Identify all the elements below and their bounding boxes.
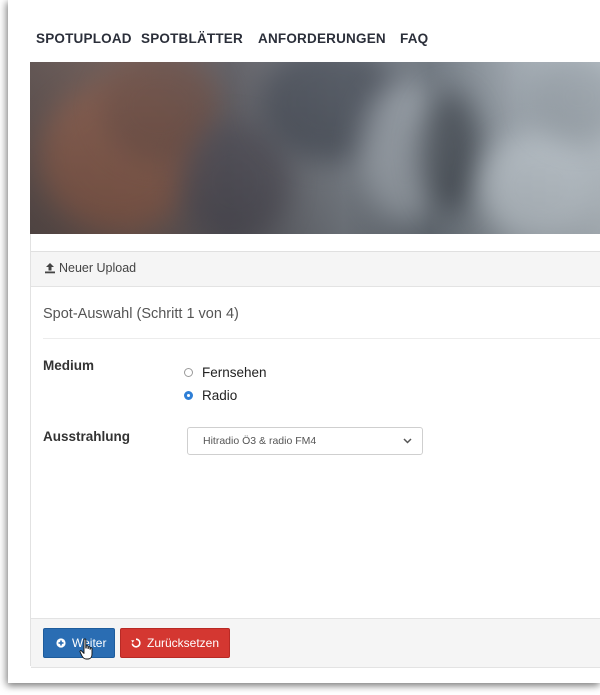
nav-item-spotupload[interactable]: SPOTUPLOAD (36, 31, 132, 46)
nav-item-faq[interactable]: FAQ (400, 31, 428, 46)
next-button[interactable]: Weiter (43, 628, 115, 658)
radio-option-radio[interactable]: Radio (184, 387, 237, 403)
top-nav: SPOTUPLOAD SPOTBLÄTTER ANFORDERUNGEN FAQ (8, 0, 600, 62)
nav-item-spotblaetter[interactable]: SPOTBLÄTTER (141, 31, 243, 46)
panel-header: Neuer Upload (31, 251, 600, 287)
ausstrahlung-select[interactable]: Hitradio Ö3 & radio FM4 (187, 427, 423, 455)
circle-plus-icon (56, 638, 66, 648)
chevron-down-icon (403, 438, 412, 444)
undo-icon (131, 638, 141, 648)
panel-footer: Weiter Zurücksetzen (31, 618, 600, 668)
radio-option-fernsehen[interactable]: Fernsehen (184, 364, 267, 380)
radio-fernsehen[interactable] (184, 367, 193, 377)
reset-button[interactable]: Zurücksetzen (120, 628, 230, 658)
medium-label: Medium (43, 358, 95, 373)
nav-item-anforderungen[interactable]: ANFORDERUNGEN (258, 31, 386, 46)
ausstrahlung-select-value: Hitradio Ö3 & radio FM4 (203, 435, 317, 447)
next-button-label: Weiter (72, 636, 107, 650)
upload-icon (45, 263, 55, 274)
panel-header-label: Neuer Upload (59, 261, 137, 275)
app-frame: SPOTUPLOAD SPOTBLÄTTER ANFORDERUNGEN FAQ… (8, 0, 600, 683)
reset-button-label: Zurücksetzen (147, 636, 220, 650)
step-title: Spot-Auswahl (Schritt 1 von 4) (43, 306, 239, 322)
ausstrahlung-label: Ausstrahlung (43, 429, 131, 444)
radio-radio[interactable] (184, 390, 193, 400)
radio-label-radio: Radio (202, 387, 238, 403)
upload-panel: Neuer Upload Spot-Auswahl (Schritt 1 von… (30, 234, 600, 668)
radio-label-fernsehen: Fernsehen (202, 364, 267, 380)
hero-banner-image (30, 62, 600, 234)
divider (43, 338, 600, 339)
